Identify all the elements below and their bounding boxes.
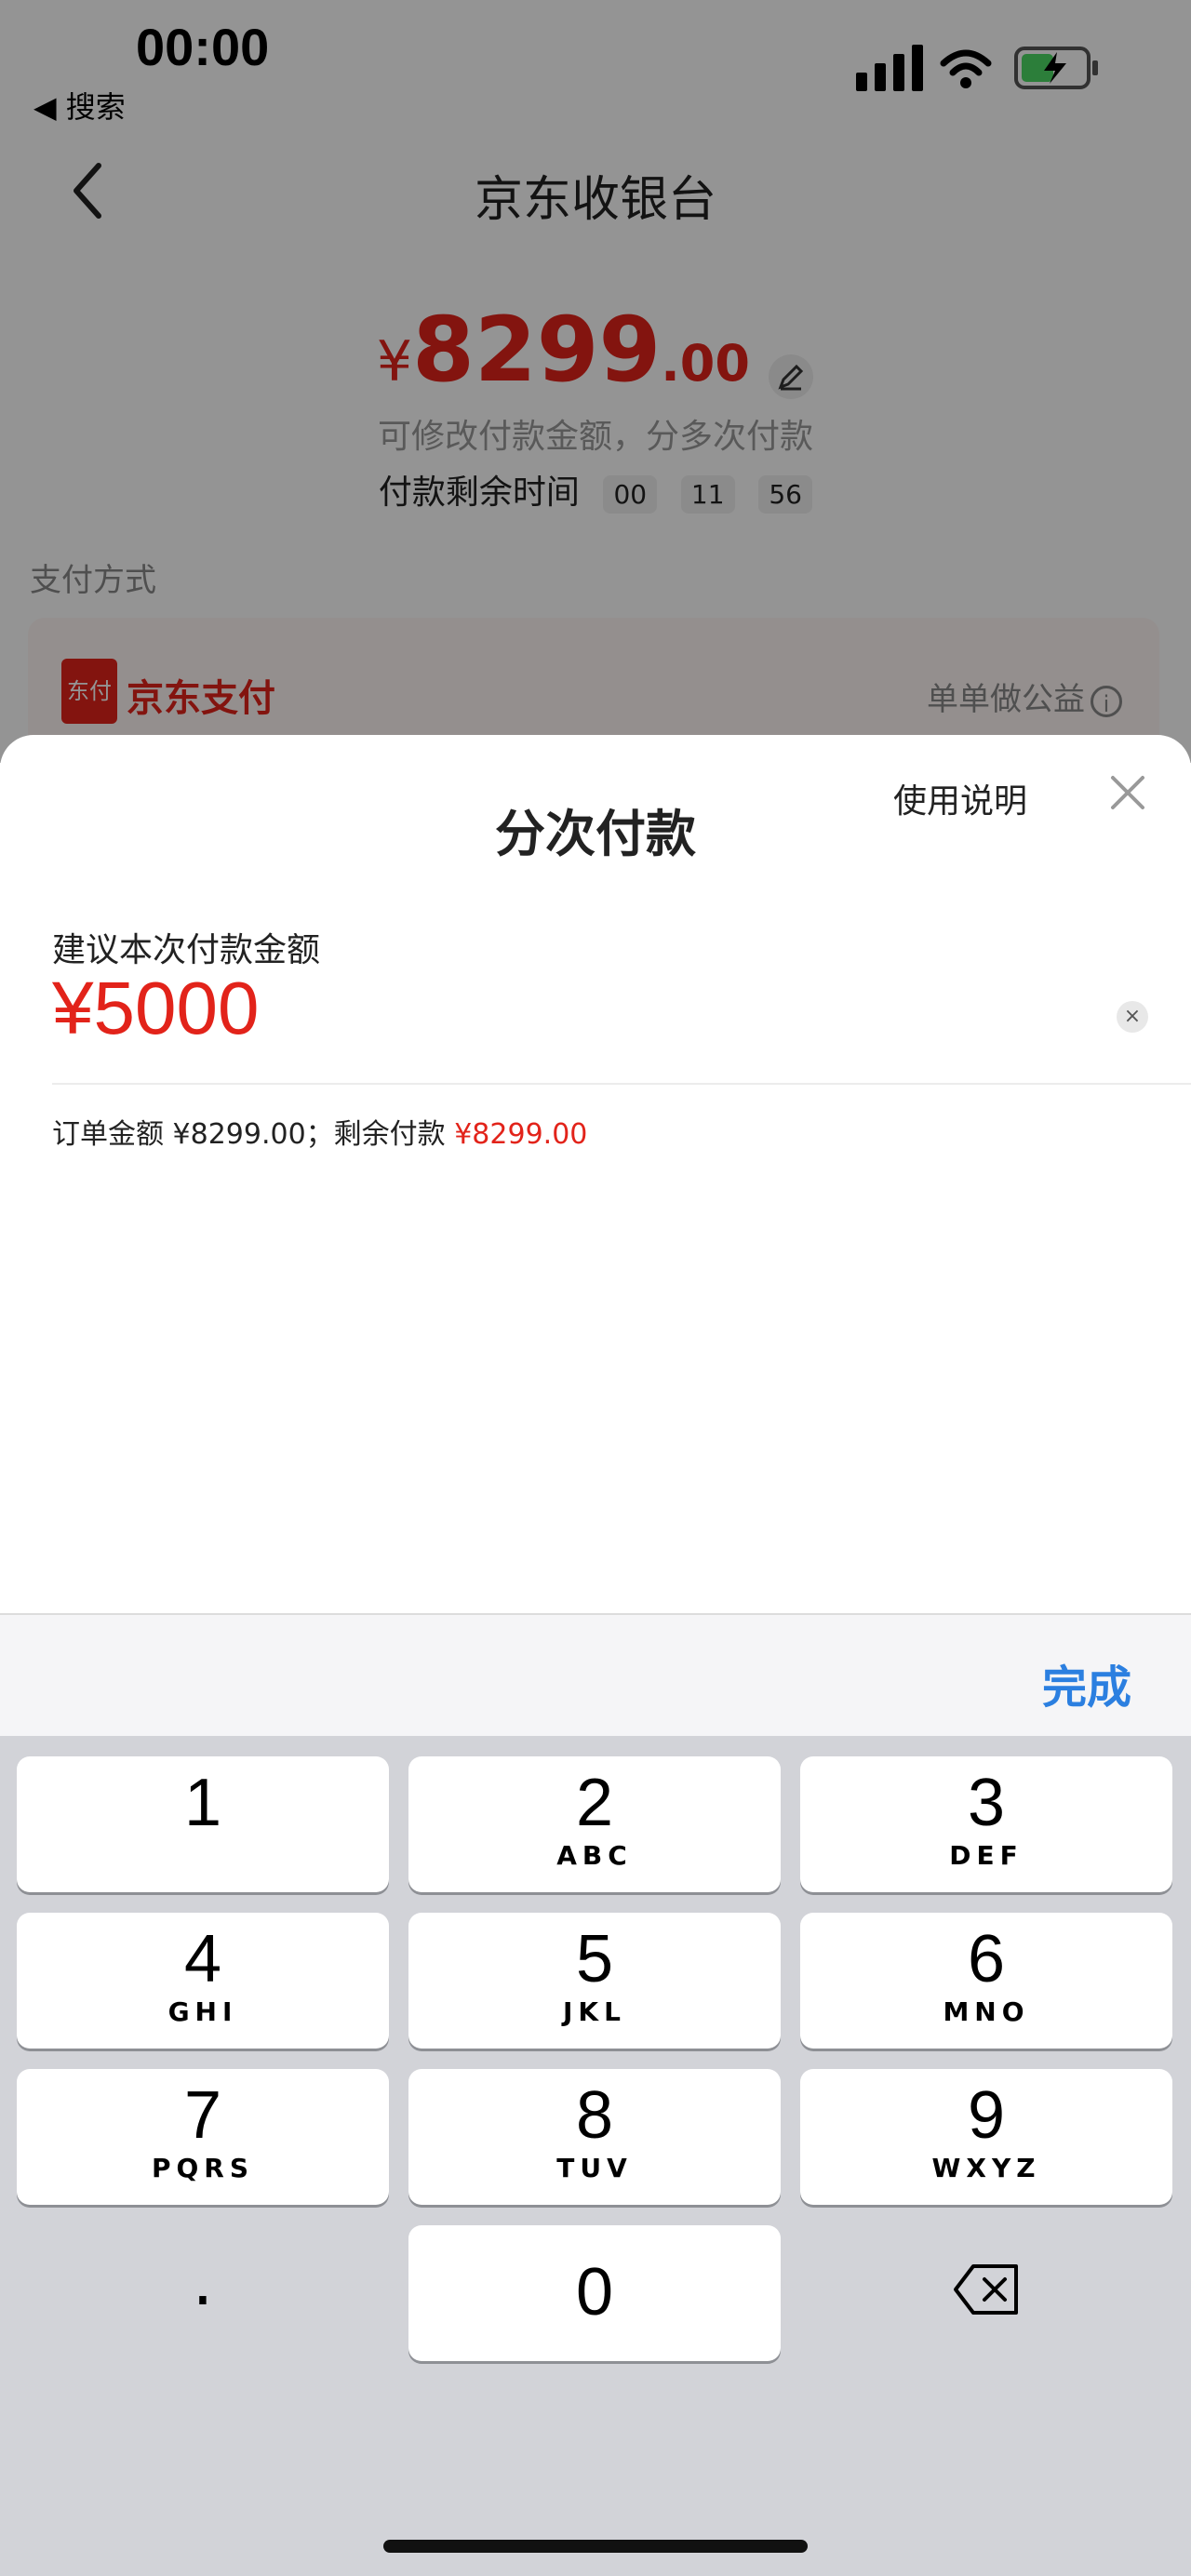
- key-letters: DEF: [949, 1840, 1024, 1871]
- payment-amount-input[interactable]: ¥5000: [52, 966, 1076, 1051]
- key-digit: 7: [183, 2078, 222, 2153]
- key-8[interactable]: 8 TUV: [408, 2069, 781, 2205]
- numeric-keypad: 1 2 ABC 3 DEF 4 GHI 5 JKL 6 MNO 7 PQRS 8…: [0, 1736, 1191, 2576]
- dim-overlay[interactable]: [0, 0, 1191, 763]
- key-letters: WXYZ: [931, 2153, 1041, 2183]
- key-1[interactable]: 1: [17, 1756, 389, 1892]
- clear-input-icon[interactable]: ×: [1117, 1001, 1148, 1033]
- key-6[interactable]: 6 MNO: [800, 1913, 1172, 2049]
- key-decimal-point[interactable]: .: [17, 2225, 389, 2361]
- key-3[interactable]: 3 DEF: [800, 1756, 1172, 1892]
- key-letters: TUV: [556, 2153, 633, 2183]
- summary-prefix: 订单金额 ¥8299.00；剩余付款: [52, 1118, 455, 1151]
- done-button[interactable]: 完成: [1042, 1650, 1131, 1715]
- key-letters: ABC: [556, 1840, 633, 1871]
- key-0[interactable]: 0: [408, 2225, 781, 2361]
- home-indicator[interactable]: [383, 2540, 808, 2553]
- order-summary: 订单金额 ¥8299.00；剩余付款 ¥8299.00: [52, 1111, 587, 1152]
- key-letters: GHI: [167, 1996, 238, 2027]
- usage-help-link[interactable]: 使用说明: [893, 774, 1027, 822]
- key-5[interactable]: 5 JKL: [408, 1913, 781, 2049]
- key-digit: 2: [575, 1766, 614, 1840]
- key-digit: 1: [183, 1766, 222, 1840]
- backspace-icon: [954, 2264, 1018, 2315]
- key-digit: 3: [967, 1766, 1006, 1840]
- key-9[interactable]: 9 WXYZ: [800, 2069, 1172, 2205]
- key-digit: 8: [575, 2078, 614, 2153]
- divider: [52, 1083, 1191, 1085]
- remaining-amount: ¥8299.00: [454, 1118, 588, 1151]
- key-digit: 6: [967, 1922, 1006, 1996]
- key-digit: 0: [575, 2255, 614, 2329]
- key-digit: 9: [967, 2078, 1006, 2153]
- backspace-key[interactable]: [800, 2225, 1172, 2361]
- key-4[interactable]: 4 GHI: [17, 1913, 389, 2049]
- keyboard-toolbar: 完成: [0, 1613, 1191, 1738]
- key-letters: JKL: [563, 1996, 626, 2027]
- key-letters: MNO: [943, 1996, 1030, 2027]
- key-digit: .: [192, 2242, 214, 2320]
- installment-sheet: 分次付款 使用说明 建议本次付款金额 ¥5000 × 订单金额 ¥8299.00…: [0, 735, 1191, 1613]
- suggested-amount-label: 建议本次付款金额: [52, 931, 321, 969]
- key-digit: 4: [183, 1922, 222, 1996]
- close-icon[interactable]: [1107, 772, 1148, 813]
- key-2[interactable]: 2 ABC: [408, 1756, 781, 1892]
- key-digit: 5: [575, 1922, 614, 1996]
- key-letters: PQRS: [151, 2153, 255, 2183]
- cashier-page: 00:00 ◀ 搜索 京东收银台 ¥8299.00 可修改付款金额，分多次付款 …: [0, 0, 1191, 763]
- key-7[interactable]: 7 PQRS: [17, 2069, 389, 2205]
